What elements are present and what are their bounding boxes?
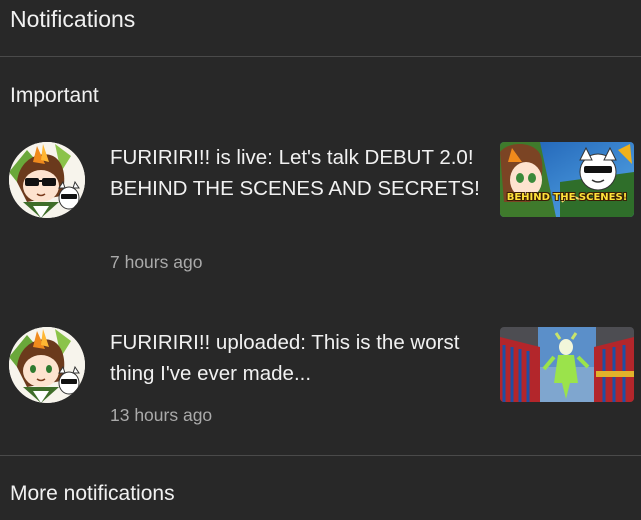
video-thumbnail[interactable]: BEHIND THE SCENES!	[500, 142, 634, 217]
notification-item-1[interactable]: FURIRIRI!! is live: Let's talk DEBUT 2.0…	[0, 138, 641, 288]
notification-text: FURIRIRI!! is live: Let's talk DEBUT 2.0…	[110, 146, 480, 200]
thumbnail-caption: BEHIND THE SCENES!	[506, 192, 628, 203]
section-divider	[0, 455, 641, 456]
notification-item-2[interactable]: FURIRIRI!! uploaded: This is the worst t…	[0, 323, 641, 433]
video-thumbnail[interactable]	[500, 327, 634, 402]
notifications-title: Notifications	[10, 6, 136, 32]
notification-time: 7 hours ago	[110, 252, 203, 272]
notification-time: 13 hours ago	[110, 405, 213, 425]
notification-text: FURIRIRI!! uploaded: This is the worst t…	[110, 331, 460, 385]
section-title-important: Important	[10, 84, 99, 107]
notifications-header: Notifications	[0, 0, 641, 57]
channel-avatar-icon[interactable]	[9, 142, 85, 218]
channel-avatar-icon[interactable]	[9, 327, 85, 403]
section-title-more: More notifications	[10, 482, 175, 505]
notifications-panel: Notifications Important FURIRIRI!! is li…	[0, 0, 641, 520]
